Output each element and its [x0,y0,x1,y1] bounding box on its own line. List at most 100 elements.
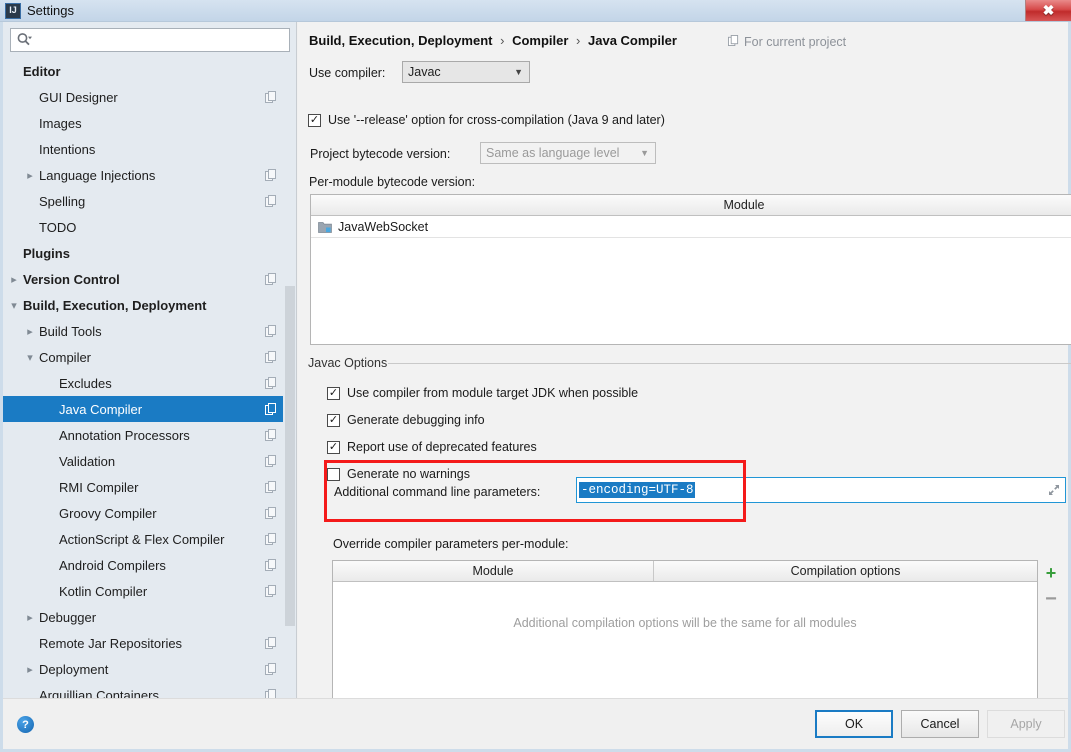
sidebar-scrollbar-thumb[interactable] [285,286,295,626]
sidebar-item-java-compiler[interactable]: Java Compiler [3,396,289,422]
copy-icon[interactable] [265,507,277,519]
release-option-checkbox[interactable]: ✓ Use '--release' option for cross-compi… [308,113,665,127]
checkbox-box[interactable]: ✓ [327,386,340,400]
sidebar-item-editor[interactable]: Editor [3,58,289,84]
report-deprecated-checkbox[interactable]: ✓ Report use of deprecated features [327,440,537,454]
sidebar-item-kotlin-compiler[interactable]: Kotlin Compiler [3,578,289,604]
copy-icon[interactable] [265,637,277,649]
sidebar-item-build-execution-deployment[interactable]: ▾ Build, Execution, Deployment [3,292,289,318]
sidebar-item-deployment[interactable]: ▸ Deployment [3,656,289,682]
breadcrumb-item-0[interactable]: Build, Execution, Deployment [309,33,492,48]
copy-icon[interactable] [265,325,277,337]
copy-icon[interactable] [265,533,277,545]
checkbox-box[interactable] [327,467,340,481]
chevron-down-icon[interactable]: ▾ [23,344,37,370]
sidebar-item-label: Remote Jar Repositories [39,635,183,651]
copy-icon[interactable] [265,559,277,571]
chevron-down-icon: ▼ [640,148,649,158]
additional-params-value: -encoding=UTF-8 [579,482,695,498]
copy-icon[interactable] [265,689,277,698]
chevron-right-icon[interactable]: ▸ [23,604,37,630]
sidebar-item-debugger[interactable]: ▸ Debugger [3,604,289,630]
sidebar-item-annotation-processors[interactable]: Annotation Processors [3,422,289,448]
sidebar-item-label: Plugins [23,245,70,261]
sidebar-item-label: Build, Execution, Deployment [23,297,207,313]
project-bytecode-value: Same as language level [486,146,620,160]
sidebar-item-actionscript-flex-compiler[interactable]: ActionScript & Flex Compiler [3,526,289,552]
generate-no-warnings-checkbox[interactable]: Generate no warnings [327,467,470,481]
copy-icon[interactable] [265,169,277,181]
checkbox-box[interactable]: ✓ [327,440,340,454]
dialog-body: Editor GUI Designer Images Intentions ▸ Langu… [0,22,1071,752]
breadcrumb-separator: › [500,33,505,48]
search-icon [16,32,32,48]
project-bytecode-label: Project bytecode version: [310,147,451,161]
add-override-button[interactable]: + [1039,560,1063,586]
breadcrumb-item-1[interactable]: Compiler [512,33,568,48]
sidebar-item-validation[interactable]: Validation [3,448,289,474]
use-compiler-select[interactable]: Javac ▼ [402,61,530,83]
copy-icon[interactable] [265,377,277,389]
checkbox-box[interactable]: ✓ [308,113,321,127]
close-icon[interactable]: ✖ [1025,0,1071,21]
sidebar-item-version-control[interactable]: ▸ Version Control [3,266,289,292]
chevron-right-icon[interactable]: ▸ [23,318,37,344]
sidebar-item-plugins[interactable]: Plugins [3,240,289,266]
column-header-module[interactable]: Module [311,195,1071,215]
ok-button[interactable]: OK [815,710,893,738]
copy-icon[interactable] [265,455,277,467]
sidebar-item-label: Spelling [39,193,86,209]
additional-params-input[interactable]: -encoding=UTF-8 [576,477,1066,503]
chevron-right-icon[interactable]: ▸ [23,162,37,188]
sidebar-item-android-compilers[interactable]: Android Compilers [3,552,289,578]
sidebar-item-todo[interactable]: TODO [3,214,289,240]
use-compiler-value: Javac [408,65,441,79]
table-row[interactable]: JavaWebSocket 8 [311,216,1071,238]
copy-icon[interactable] [265,351,277,363]
help-icon[interactable]: ? [17,716,34,733]
chevron-right-icon[interactable]: ▸ [7,266,21,292]
dialog-footer: ? OK Cancel Apply [3,698,1068,749]
sidebar-item-intentions[interactable]: Intentions [3,136,289,162]
settings-tree[interactable]: Editor GUI Designer Images Intentions ▸ Langu… [3,58,289,698]
copy-icon[interactable] [265,481,277,493]
sidebar-item-build-tools[interactable]: ▸ Build Tools [3,318,289,344]
override-table[interactable]: Module Compilation options Additional co… [332,560,1038,710]
copy-icon[interactable] [265,585,277,597]
copy-icon[interactable] [265,663,277,675]
sidebar-item-label: Build Tools [39,323,102,339]
copy-icon[interactable] [265,91,277,103]
project-bytecode-select[interactable]: Same as language level ▼ [480,142,656,164]
sidebar-item-groovy-compiler[interactable]: Groovy Compiler [3,500,289,526]
search-input[interactable] [32,30,272,50]
expand-icon[interactable] [1048,484,1060,496]
remove-override-button[interactable]: − [1039,586,1063,612]
column-header-module[interactable]: Module [333,561,653,581]
sidebar-item-label: Annotation Processors [59,427,190,443]
chevron-right-icon[interactable]: ▸ [23,656,37,682]
checkbox-box[interactable]: ✓ [327,413,340,427]
copy-icon[interactable] [265,429,277,441]
sidebar-item-spelling[interactable]: Spelling [3,188,289,214]
sidebar-item-arquillian-containers[interactable]: Arquillian Containers [3,682,289,698]
copy-icon[interactable] [265,403,277,415]
sidebar-item-images[interactable]: Images [3,110,289,136]
use-target-jdk-checkbox[interactable]: ✓ Use compiler from module target JDK wh… [327,386,638,400]
sidebar-scrollbar-track[interactable] [283,58,296,698]
sidebar-item-excludes[interactable]: Excludes [3,370,289,396]
sidebar-item-rmi-compiler[interactable]: RMI Compiler [3,474,289,500]
sidebar-item-gui-designer[interactable]: GUI Designer [3,84,289,110]
sidebar-item-label: TODO [39,219,77,235]
chevron-down-icon[interactable]: ▾ [7,292,21,318]
copy-icon[interactable] [265,273,277,285]
copy-icon[interactable] [265,195,277,207]
column-header-compilation-options[interactable]: Compilation options [653,561,1037,581]
cancel-button[interactable]: Cancel [901,710,979,738]
apply-button[interactable]: Apply [987,710,1065,738]
per-module-table[interactable]: Module Target bytecode version JavaWebSo… [310,194,1071,345]
search-box[interactable] [10,28,290,52]
sidebar-item-language-injections[interactable]: ▸ Language Injections [3,162,289,188]
sidebar-item-remote-jar-repositories[interactable]: Remote Jar Repositories [3,630,289,656]
sidebar-item-compiler[interactable]: ▾ Compiler [3,344,289,370]
generate-debug-info-checkbox[interactable]: ✓ Generate debugging info [327,413,485,427]
